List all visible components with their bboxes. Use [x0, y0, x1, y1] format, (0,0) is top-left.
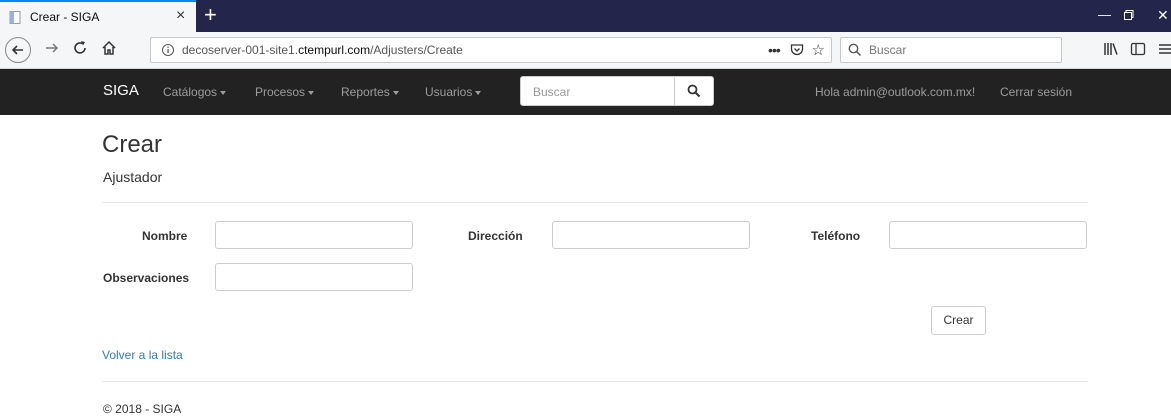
url-text[interactable]: decoserver-001-site1.ctempurl.com/Adjust… — [182, 43, 463, 57]
minimize-icon[interactable]: — — [1098, 6, 1111, 24]
back-to-list-link[interactable]: Volver a la lista — [102, 348, 183, 362]
caret-down-icon — [392, 90, 399, 95]
pocket-icon[interactable] — [790, 43, 804, 57]
url-bar[interactable]: decoserver-001-site1.ctempurl.com/Adjust… — [150, 37, 832, 63]
url-domain: ctempurl.com — [298, 43, 371, 57]
caret-down-icon — [308, 90, 315, 95]
page-subtitle: Ajustador — [103, 169, 163, 185]
info-icon[interactable] — [161, 43, 175, 57]
tab-title: Crear - SIGA — [30, 10, 100, 24]
search-icon — [848, 43, 862, 57]
page-actions-icon[interactable]: ••• — [768, 42, 781, 58]
browser-toolbar: decoserver-001-site1.ctempurl.com/Adjust… — [0, 32, 1171, 69]
bookmark-star-icon[interactable]: ☆ — [812, 42, 825, 59]
browser-tab[interactable]: Crear - SIGA × — [0, 0, 196, 32]
telefono-label: Teléfono — [811, 229, 861, 243]
observaciones-input[interactable] — [215, 263, 413, 291]
new-tab-icon[interactable]: + — [204, 2, 217, 28]
divider — [102, 381, 1088, 382]
browser-tab-strip: Crear - SIGA × + — ✕ — [0, 0, 1171, 32]
search-icon — [687, 84, 701, 98]
nombre-input[interactable] — [215, 221, 413, 249]
sidebar-icon[interactable] — [1130, 41, 1146, 57]
menu-procesos[interactable]: Procesos — [255, 85, 315, 99]
menu-catalogos[interactable]: Catálogos — [163, 85, 227, 99]
forward-icon[interactable] — [44, 40, 60, 56]
back-arrow-icon — [11, 45, 23, 55]
direccion-label: Dirección — [468, 229, 523, 243]
url-actions: ••• ☆ — [768, 41, 825, 59]
page-icon — [9, 11, 21, 24]
app-search-input[interactable]: Buscar — [520, 76, 675, 106]
close-window-icon[interactable]: ✕ — [1157, 6, 1169, 24]
menu-usuarios-label: Usuarios — [425, 85, 473, 99]
restore-icon[interactable] — [1124, 10, 1134, 20]
menu-reportes[interactable]: Reportes — [341, 85, 399, 99]
menu-procesos-label: Procesos — [255, 85, 306, 99]
url-prefix: decoserver-001-site1. — [182, 43, 299, 57]
create-button[interactable]: Crear — [931, 306, 986, 335]
library-icon[interactable] — [1103, 41, 1119, 57]
divider — [102, 202, 1088, 203]
page-title: Crear — [102, 131, 163, 158]
caret-down-icon — [220, 90, 227, 95]
browser-search-placeholder: Buscar — [869, 43, 907, 57]
logout-link[interactable]: Cerrar sesión — [1000, 85, 1072, 99]
hamburger-menu-icon[interactable] — [1158, 41, 1171, 57]
url-path: /Adjusters/Create — [370, 43, 463, 57]
back-button[interactable] — [5, 37, 31, 63]
home-icon[interactable] — [101, 40, 117, 56]
browser-search-bar[interactable]: Buscar — [840, 37, 1062, 63]
observaciones-label: Observaciones — [103, 271, 190, 285]
menu-reportes-label: Reportes — [341, 85, 390, 99]
direccion-input[interactable] — [552, 221, 750, 249]
telefono-input[interactable] — [889, 221, 1087, 249]
menu-usuarios[interactable]: Usuarios — [425, 85, 482, 99]
app-navbar: SIGA Catálogos Procesos Reportes Usuario… — [0, 69, 1171, 115]
nombre-label: Nombre — [142, 229, 188, 243]
tab-close-icon[interactable]: × — [176, 7, 185, 25]
reload-icon[interactable] — [72, 40, 88, 56]
user-greeting-link[interactable]: Hola admin@outlook.com.mx! — [815, 85, 975, 99]
menu-catalogos-label: Catálogos — [163, 85, 218, 99]
app-search-placeholder: Buscar — [533, 85, 571, 99]
caret-down-icon — [475, 90, 482, 95]
app-search-button[interactable] — [674, 76, 714, 106]
brand-link[interactable]: SIGA — [103, 82, 139, 99]
